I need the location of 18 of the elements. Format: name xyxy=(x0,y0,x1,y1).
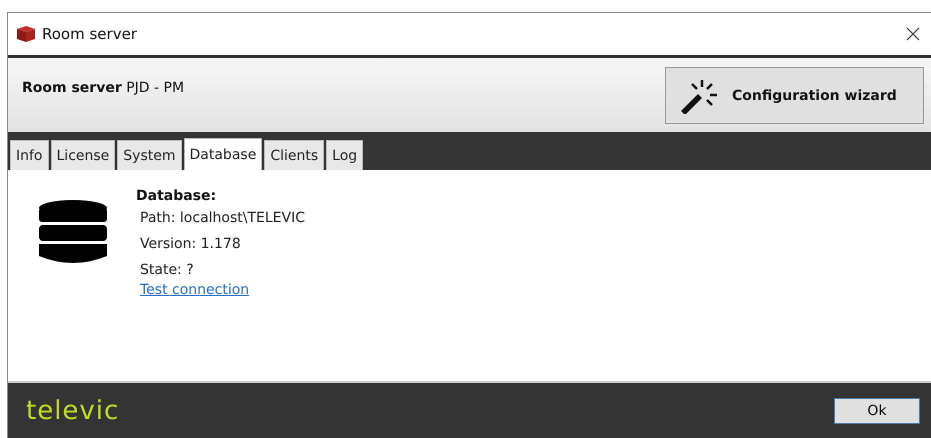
brand-logo: televic xyxy=(26,396,120,426)
close-icon[interactable] xyxy=(906,27,920,41)
tab[interactable]: Info xyxy=(10,140,48,170)
info-text: Path: localhost\TELEVIC xyxy=(140,210,306,226)
info-text: Version: 1.178 xyxy=(140,236,241,252)
tab[interactable]: Log xyxy=(326,140,364,170)
window-title: Room server xyxy=(42,25,138,43)
box-icon xyxy=(16,25,36,43)
server-title: Room server PJD - PM xyxy=(22,80,184,98)
tab[interactable]: License xyxy=(50,140,116,170)
configuration-wizard-button[interactable]: Configuration wizard xyxy=(665,67,924,124)
test-connection-link[interactable]: Test connection xyxy=(140,282,250,298)
section-heading: Database: xyxy=(136,188,216,204)
tab[interactable]: Clients xyxy=(264,140,324,170)
info-text: State: ? xyxy=(140,262,194,278)
ok-button[interactable]: Ok xyxy=(834,398,920,424)
tab[interactable]: Database xyxy=(184,138,262,170)
tab[interactable]: System xyxy=(117,140,182,170)
